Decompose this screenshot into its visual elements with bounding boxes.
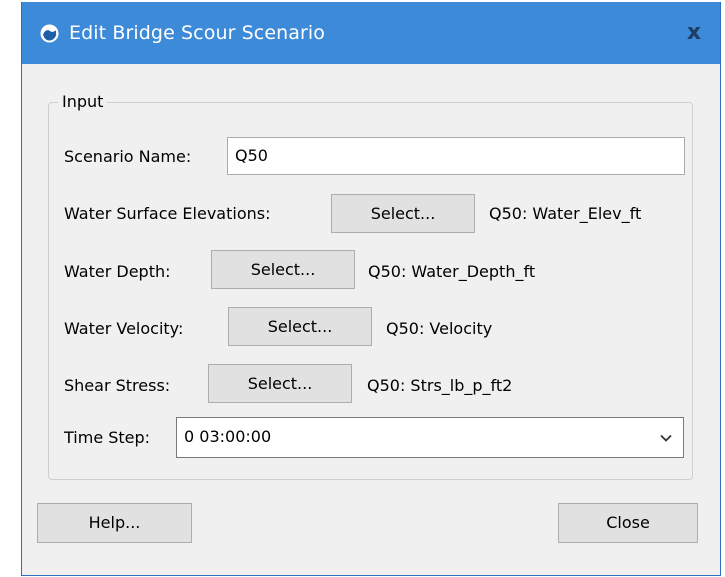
water-depth-selection: Q50: Water_Depth_ft	[368, 262, 536, 281]
shear-stress-selection: Q50: Strs_lb_p_ft2	[367, 376, 513, 395]
water-velocity-select-button[interactable]: Select...	[228, 307, 372, 346]
water-surface-elevations-select-button[interactable]: Select...	[331, 194, 475, 233]
chevron-down-icon[interactable]	[659, 431, 673, 445]
title-bar[interactable]: Edit Bridge Scour Scenario x	[22, 2, 720, 64]
water-depth-select-button[interactable]: Select...	[211, 250, 355, 289]
edit-bridge-scour-scenario-dialog: Edit Bridge Scour Scenario x Input Scena…	[21, 2, 721, 576]
water-depth-label: Water Depth:	[64, 262, 171, 281]
water-surface-elevations-label: Water Surface Elevations:	[64, 204, 271, 223]
time-step-dropdown[interactable]: 0 03:00:00	[176, 417, 684, 458]
scenario-name-value: Q50	[235, 146, 268, 165]
help-button[interactable]: Help...	[37, 503, 192, 543]
close-button[interactable]: Close	[558, 503, 698, 543]
water-velocity-selection: Q50: Velocity	[386, 319, 493, 338]
water-velocity-label: Water Velocity:	[64, 319, 184, 338]
input-group-label: Input	[58, 92, 108, 112]
time-step-label: Time Step:	[64, 428, 151, 447]
water-surface-elevations-selection: Q50: Water_Elev_ft	[489, 204, 642, 223]
shear-stress-select-button[interactable]: Select...	[208, 364, 352, 403]
window-title: Edit Bridge Scour Scenario	[69, 22, 326, 44]
app-globe-icon	[40, 24, 59, 43]
time-step-selected-value: 0 03:00:00	[184, 427, 272, 446]
close-window-button[interactable]: x	[668, 2, 720, 64]
scenario-name-label: Scenario Name:	[64, 147, 192, 166]
scenario-name-input[interactable]: Q50	[227, 137, 685, 175]
shear-stress-label: Shear Stress:	[64, 376, 171, 395]
